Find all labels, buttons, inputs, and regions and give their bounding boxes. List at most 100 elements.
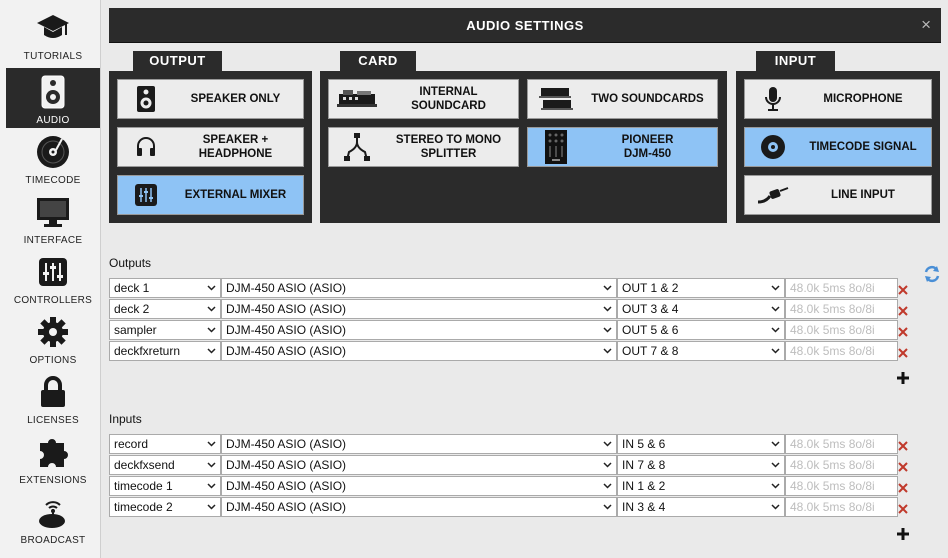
- channel-name-value: timecode 2: [114, 500, 173, 514]
- device-select[interactable]: DJM-450 ASIO (ASIO): [221, 341, 617, 361]
- channel-name-select[interactable]: deckfxreturn: [109, 341, 221, 361]
- channel-pair-select[interactable]: OUT 3 & 4: [617, 299, 785, 319]
- sidebar-item-licenses[interactable]: LICENSES: [6, 368, 100, 428]
- chevron-down-icon: [602, 321, 612, 339]
- option-label-line2: SPLITTER: [420, 148, 477, 160]
- input-option-microphone[interactable]: MICROPHONE: [744, 79, 932, 119]
- add-input-icon[interactable]: [897, 527, 909, 540]
- delete-row-icon[interactable]: [898, 480, 910, 493]
- delete-row-icon[interactable]: [898, 345, 910, 358]
- channel-name-select[interactable]: sampler: [109, 320, 221, 340]
- sidebar-item-label: AUDIO: [36, 115, 70, 126]
- sidebar-item-audio[interactable]: AUDIO: [6, 68, 100, 128]
- delete-row-icon[interactable]: [898, 282, 910, 295]
- option-label-line1: PIONEER: [621, 134, 674, 146]
- chevron-down-icon: [206, 498, 216, 516]
- channel-pair-select[interactable]: IN 7 & 8: [617, 455, 785, 475]
- chevron-down-icon: [602, 342, 612, 360]
- sidebar-item-broadcast[interactable]: BROADCAST: [6, 488, 100, 548]
- channel-pair-select[interactable]: IN 1 & 2: [617, 476, 785, 496]
- input-group-tab: INPUT: [756, 51, 835, 71]
- chevron-down-icon: [206, 342, 216, 360]
- refresh-icon[interactable]: [922, 264, 942, 284]
- channel-pair-value: OUT 5 & 6: [622, 323, 679, 337]
- outputs-label: Outputs: [109, 256, 152, 270]
- channel-name-select[interactable]: record: [109, 434, 221, 454]
- sidebar-item-extensions[interactable]: EXTENSIONS: [6, 428, 100, 488]
- chevron-down-icon: [770, 435, 780, 453]
- output-option-speaker-only[interactable]: SPEAKER ONLY: [117, 79, 304, 119]
- splitter-cable-icon: [329, 128, 385, 166]
- sidebar-item-interface[interactable]: INTERFACE: [6, 188, 100, 248]
- option-label-line1: INTERNAL: [419, 86, 478, 98]
- headphone-icon: [118, 128, 174, 166]
- card-option-pioneer-djm-450[interactable]: PIONEER DJM-450: [527, 127, 718, 167]
- sidebar-item-label: TUTORIALS: [23, 51, 83, 62]
- add-output-icon[interactable]: [897, 371, 909, 384]
- device-select[interactable]: DJM-450 ASIO (ASIO): [221, 320, 617, 340]
- device-select[interactable]: DJM-450 ASIO (ASIO): [221, 434, 617, 454]
- delete-row-icon[interactable]: [898, 303, 910, 316]
- channel-name-value: deck 1: [114, 281, 150, 295]
- channel-pair-select[interactable]: IN 5 & 6: [617, 434, 785, 454]
- delete-row-icon[interactable]: [898, 324, 910, 337]
- sidebar-item-tutorials[interactable]: TUTORIALS: [6, 4, 100, 64]
- channel-pair-select[interactable]: OUT 7 & 8: [617, 341, 785, 361]
- close-icon[interactable]: ×: [921, 15, 931, 35]
- sidebar-item-controllers[interactable]: CONTROLLERS: [6, 248, 100, 308]
- device-select[interactable]: DJM-450 ASIO (ASIO): [221, 497, 617, 517]
- channel-pair-select[interactable]: OUT 5 & 6: [617, 320, 785, 340]
- sidebar-item-options[interactable]: OPTIONS: [6, 308, 100, 368]
- delete-row-icon[interactable]: [898, 501, 910, 514]
- device-select[interactable]: DJM-450 ASIO (ASIO): [221, 476, 617, 496]
- mixer-icon: [118, 176, 174, 214]
- device-info-value: 48.0k 5ms 8o/8i: [790, 500, 875, 514]
- card-option-stereo-to-mono-splitter[interactable]: STEREO TO MONO SPLITTER: [328, 127, 519, 167]
- channel-name-value: deck 2: [114, 302, 150, 316]
- chevron-down-icon: [770, 342, 780, 360]
- channel-name-select[interactable]: timecode 2: [109, 497, 221, 517]
- channel-pair-select[interactable]: IN 3 & 4: [617, 497, 785, 517]
- sidebar-item-label: EXTENSIONS: [19, 475, 87, 486]
- chevron-down-icon: [206, 456, 216, 474]
- option-label-line1: STEREO TO MONO: [395, 134, 502, 146]
- broadcast-icon: [6, 494, 100, 530]
- mixer-faders-icon: [6, 254, 100, 290]
- channel-name-select[interactable]: deckfxsend: [109, 455, 221, 475]
- speaker-icon: [6, 74, 100, 110]
- device-select[interactable]: DJM-450 ASIO (ASIO): [221, 278, 617, 298]
- channel-pair-value: IN 5 & 6: [622, 437, 666, 451]
- channel-name-select[interactable]: deck 1: [109, 278, 221, 298]
- device-info: 48.0k 5ms 8o/8i: [785, 299, 898, 319]
- output-group: SPEAKER ONLY SPEAKER + HEADPHONE EXTERNAL…: [109, 71, 312, 223]
- sidebar-item-label: INTERFACE: [23, 235, 83, 246]
- delete-row-icon[interactable]: [898, 438, 910, 451]
- device-select[interactable]: DJM-450 ASIO (ASIO): [221, 299, 617, 319]
- delete-row-icon[interactable]: [898, 459, 910, 472]
- input-option-line-input[interactable]: LINE INPUT: [744, 175, 932, 215]
- channel-name-select[interactable]: timecode 1: [109, 476, 221, 496]
- device-info-value: 48.0k 5ms 8o/8i: [790, 302, 875, 316]
- card-option-internal-soundcard[interactable]: INTERNAL SOUNDCARD: [328, 79, 519, 119]
- sidebar: TUTORIALS AUDIO TIMECODE INTERFACE CONTR…: [0, 0, 101, 558]
- device-select[interactable]: DJM-450 ASIO (ASIO): [221, 455, 617, 475]
- channel-pair-select[interactable]: OUT 1 & 2: [617, 278, 785, 298]
- channel-pair-value: OUT 7 & 8: [622, 344, 679, 358]
- output-option-external-mixer[interactable]: EXTERNAL MIXER: [117, 175, 304, 215]
- option-label-line1: SPEAKER +: [202, 134, 269, 146]
- sidebar-item-label: CONTROLLERS: [13, 295, 93, 306]
- channel-name-select[interactable]: deck 2: [109, 299, 221, 319]
- device-info-value: 48.0k 5ms 8o/8i: [790, 281, 875, 295]
- sidebar-item-label: TIMECODE: [25, 175, 81, 186]
- timecode-disc-icon: [745, 128, 801, 166]
- device-info: 48.0k 5ms 8o/8i: [785, 320, 898, 340]
- chevron-down-icon: [602, 279, 612, 297]
- chevron-down-icon: [206, 300, 216, 318]
- chevron-down-icon: [206, 321, 216, 339]
- output-option-speaker-headphone[interactable]: SPEAKER + HEADPHONE: [117, 127, 304, 167]
- input-option-timecode-signal[interactable]: TIMECODE SIGNAL: [744, 127, 932, 167]
- device-value: DJM-450 ASIO (ASIO): [226, 500, 347, 514]
- card-option-two-soundcards[interactable]: TWO SOUNDCARDS: [527, 79, 718, 119]
- option-label: MICROPHONE: [823, 93, 903, 105]
- sidebar-item-timecode[interactable]: TIMECODE: [6, 128, 100, 188]
